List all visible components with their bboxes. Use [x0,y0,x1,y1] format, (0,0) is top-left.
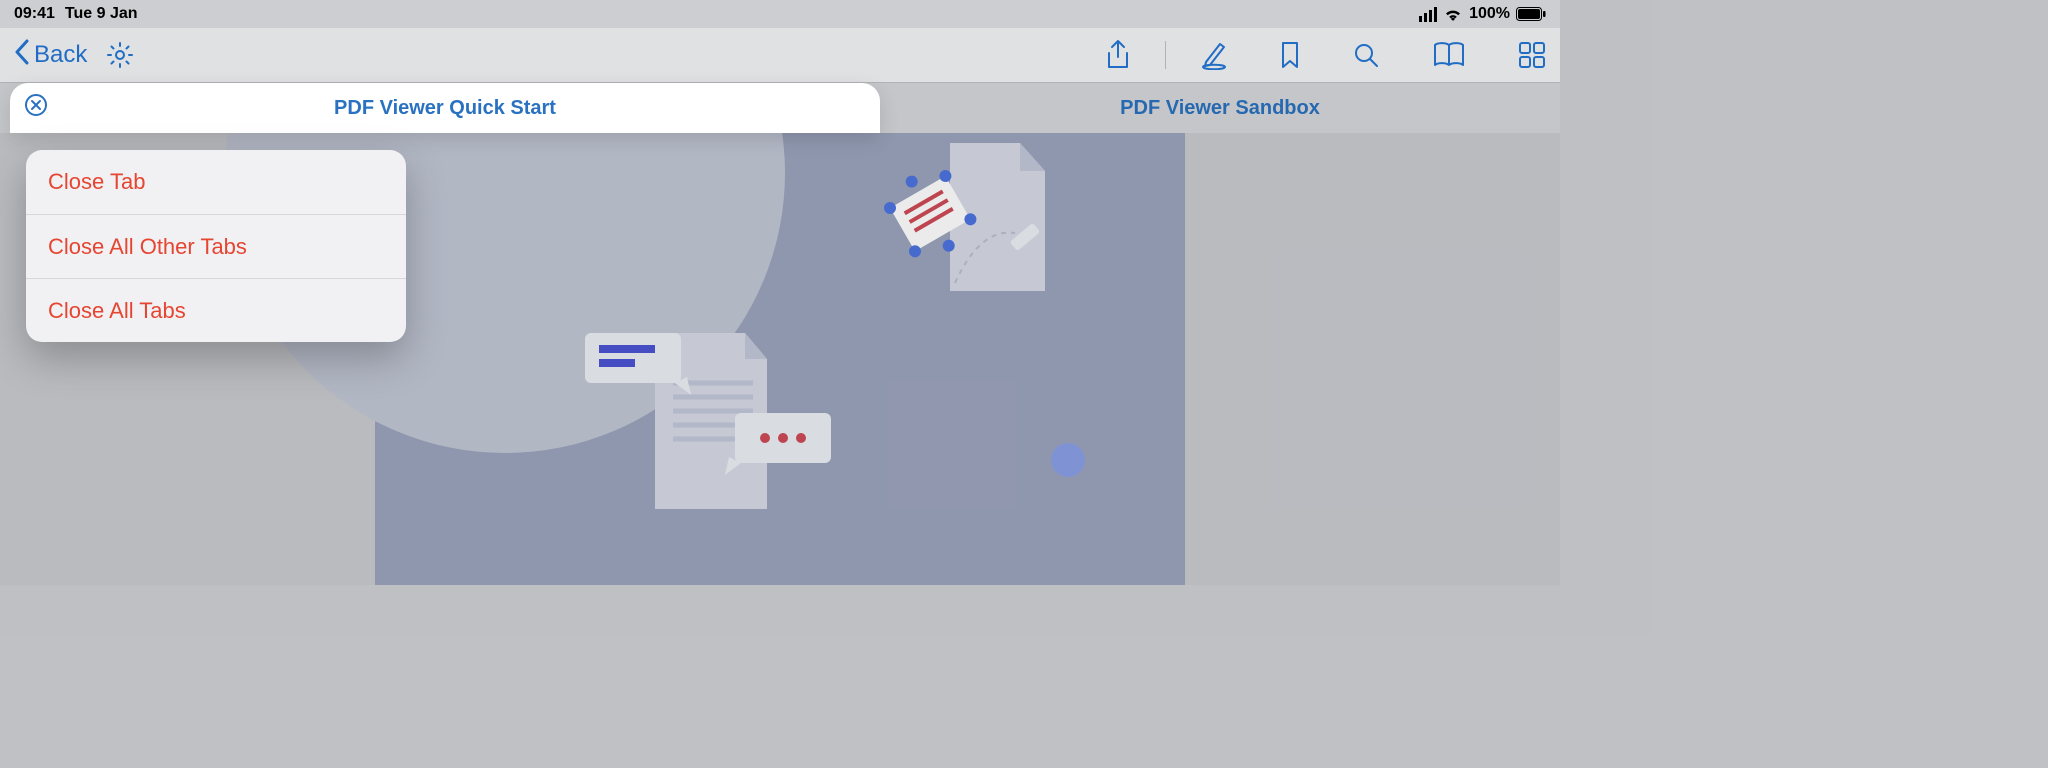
status-date: Tue 9 Jan [65,5,138,23]
tab-strip: PDF Viewer Quick Start PDF Viewer Sandbo… [0,83,1560,133]
toolbar-separator [1165,41,1166,69]
search-icon [1352,41,1380,69]
search-button[interactable] [1352,41,1380,69]
chevron-left-icon [14,39,30,72]
battery-pct: 100% [1469,5,1510,23]
tab-active-label: PDF Viewer Quick Start [334,97,556,120]
tab-inactive[interactable]: PDF Viewer Sandbox [880,83,1560,133]
share-button[interactable] [1105,39,1131,71]
menu-close-all-tabs[interactable]: Close All Tabs [26,278,406,342]
menu-close-tab[interactable]: Close Tab [26,150,406,214]
battery-icon [1516,7,1546,21]
share-icon [1105,39,1131,71]
illustration-document-comments [585,313,845,538]
pen-icon [1200,40,1228,70]
document-page [375,133,1185,585]
bookmark-button[interactable] [1280,41,1300,69]
illustration-document-annotate [855,133,1055,338]
toolbar: Back [0,28,1560,83]
back-button[interactable]: Back [14,39,87,72]
book-open-icon [1432,41,1466,69]
back-label: Back [34,41,87,69]
cellular-icon [1419,7,1437,22]
wifi-icon [1443,7,1463,22]
gear-icon [105,40,135,70]
grid-icon [1518,41,1546,69]
tab-close-button[interactable] [24,93,48,123]
outline-button[interactable] [1432,41,1466,69]
tab-context-menu: Close Tab Close All Other Tabs Close All… [26,150,406,342]
annotate-button[interactable] [1200,40,1228,70]
status-bar: 09:41 Tue 9 Jan 100% [0,0,1560,28]
status-time: 09:41 [14,5,55,23]
thumbnails-button[interactable] [1518,41,1546,69]
bookmark-icon [1280,41,1300,69]
tab-inactive-label: PDF Viewer Sandbox [1120,97,1320,120]
menu-close-other-tabs[interactable]: Close All Other Tabs [26,214,406,278]
settings-button[interactable] [105,40,135,70]
tab-active[interactable]: PDF Viewer Quick Start [10,83,880,133]
close-circle-icon [24,93,48,117]
